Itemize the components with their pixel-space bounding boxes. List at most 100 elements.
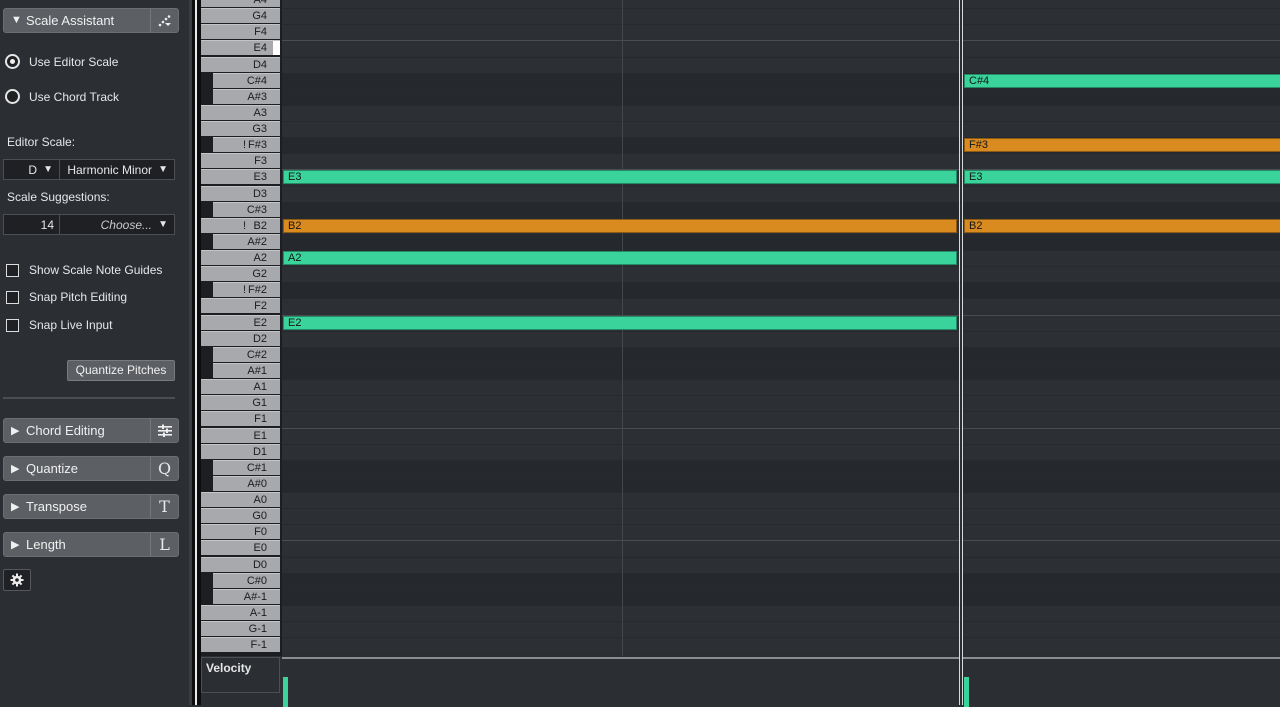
piano-key-Cs0[interactable]: C#0 (201, 572, 280, 589)
piano-key-F1[interactable]: F1 (201, 411, 280, 427)
velocity-lane[interactable] (282, 659, 1280, 707)
pitch-row[interactable] (282, 0, 1280, 8)
midi-note[interactable]: A2 (283, 251, 957, 266)
piano-key-G4[interactable]: G4 (201, 8, 280, 24)
midi-note[interactable]: E2 (283, 315, 957, 330)
piano-key-Fs3[interactable]: F#3! (201, 137, 280, 154)
pitch-row[interactable] (282, 330, 1280, 347)
midi-note[interactable]: E3 (283, 170, 957, 185)
piano-key-As2[interactable]: A#2 (201, 233, 280, 250)
pitch-row[interactable] (282, 185, 1280, 202)
pitch-row[interactable] (282, 540, 1280, 557)
pitch-row[interactable] (282, 153, 1280, 170)
pitch-row[interactable] (282, 24, 1280, 41)
midi-note[interactable]: B2 (283, 218, 957, 233)
piano-key-E1[interactable]: E1 (201, 427, 280, 443)
midi-note[interactable]: F#3 (964, 138, 1280, 153)
pitch-row[interactable] (282, 459, 1280, 476)
velocity-bar[interactable] (964, 677, 969, 707)
pitch-row[interactable] (282, 604, 1280, 621)
pitch-row[interactable] (282, 556, 1280, 573)
pitch-row[interactable] (282, 572, 1280, 589)
piano-key-A3[interactable]: A3 (201, 104, 280, 120)
pitch-row[interactable] (282, 282, 1280, 299)
piano-key-F3[interactable]: F3 (201, 153, 280, 169)
midi-note[interactable]: B2 (964, 218, 1280, 233)
pitch-row[interactable] (282, 298, 1280, 315)
pitch-row[interactable] (282, 266, 1280, 283)
pitch-row[interactable] (282, 427, 1280, 444)
piano-key-F0[interactable]: F0 (201, 524, 280, 540)
pitch-row[interactable] (282, 104, 1280, 121)
chord-editing-header[interactable]: ▶ Chord Editing (3, 418, 179, 443)
length-header[interactable]: ▶ Length L (3, 532, 179, 557)
pitch-row[interactable] (282, 346, 1280, 363)
midi-note[interactable]: C#4 (964, 73, 1280, 88)
piano-key-A4[interactable]: A4 (201, 0, 280, 7)
piano-key-B2[interactable]: B2! (201, 217, 280, 233)
piano-key-A2[interactable]: A2 (201, 250, 280, 266)
piano-key-E2[interactable]: E2 (201, 314, 280, 330)
settings-button[interactable] (3, 569, 31, 591)
pitch-row[interactable] (282, 40, 1280, 57)
piano-key-D0[interactable]: D0 (201, 556, 280, 572)
quantize-header[interactable]: ▶ Quantize Q (3, 456, 179, 481)
length-icon[interactable]: L (150, 533, 178, 556)
panel-splitter[interactable] (189, 0, 201, 705)
transpose-icon[interactable]: T (150, 495, 178, 518)
pitch-row[interactable] (282, 201, 1280, 218)
piano-key-A1[interactable]: A1 (201, 379, 280, 395)
piano-key-G-1[interactable]: G-1 (201, 621, 280, 637)
velocity-bar[interactable] (283, 677, 288, 707)
velocity-lane-label[interactable]: Velocity (201, 657, 280, 693)
pitch-row[interactable] (282, 621, 1280, 638)
piano-key-As3[interactable]: A#3 (201, 88, 280, 105)
scale-assistant-header[interactable]: ▼ Scale Assistant (3, 8, 179, 33)
snap-pitch-editing-checkbox[interactable] (6, 291, 19, 304)
quantize-pitches-button[interactable]: Quantize Pitches (67, 360, 175, 381)
pitch-row[interactable] (282, 362, 1280, 379)
chord-editing-icon[interactable] (150, 419, 178, 442)
pitch-row[interactable] (282, 88, 1280, 105)
pitch-row[interactable] (282, 8, 1280, 25)
piano-key-A0[interactable]: A0 (201, 492, 280, 508)
piano-key-Cs3[interactable]: C#3 (201, 201, 280, 218)
piano-key-D1[interactable]: D1 (201, 443, 280, 459)
pitch-row[interactable] (282, 56, 1280, 73)
pitch-row[interactable] (282, 411, 1280, 428)
pitch-row[interactable] (282, 588, 1280, 605)
pitch-row[interactable] (282, 492, 1280, 509)
pitch-row[interactable] (282, 637, 1280, 654)
piano-key-As0[interactable]: A#0 (201, 475, 280, 492)
piano-key-Fs2[interactable]: F#2! (201, 282, 280, 299)
pitch-row[interactable] (282, 121, 1280, 138)
piano-key-F4[interactable]: F4 (201, 24, 280, 40)
scale-root-select[interactable]: D ▼ (3, 159, 60, 180)
velocity-lane-divider[interactable] (282, 656, 1280, 659)
scale-suggestions-select[interactable]: Choose... ▼ (59, 214, 175, 235)
use-editor-scale-radio[interactable] (5, 54, 20, 69)
midi-note[interactable]: E3 (964, 170, 1280, 185)
quantize-icon[interactable]: Q (150, 457, 178, 480)
piano-key-D3[interactable]: D3 (201, 185, 280, 201)
piano-key-D2[interactable]: D2 (201, 330, 280, 346)
scale-type-select[interactable]: Harmonic Minor ▼ (59, 159, 175, 180)
piano-key-F2[interactable]: F2 (201, 298, 280, 314)
piano-key-Cs2[interactable]: C#2 (201, 346, 280, 363)
piano-key-G0[interactable]: G0 (201, 508, 280, 524)
pitch-row[interactable] (282, 379, 1280, 396)
piano-key-F-1[interactable]: F-1 (201, 637, 280, 653)
piano-key-E4[interactable]: E4 (201, 40, 280, 56)
piano-key-As-1[interactable]: A#-1 (201, 588, 280, 605)
piano-key-E3[interactable]: E3 (201, 169, 280, 185)
piano-key-As1[interactable]: A#1 (201, 362, 280, 379)
piano-key-G1[interactable]: G1 (201, 395, 280, 411)
piano-key-G2[interactable]: G2 (201, 266, 280, 282)
piano-key-A-1[interactable]: A-1 (201, 604, 280, 620)
piano-key-E0[interactable]: E0 (201, 540, 280, 556)
note-grid[interactable]: E3 B2 A2 E2 C#4 F#3 E3 B2 (282, 0, 1280, 656)
piano-key-G3[interactable]: G3 (201, 121, 280, 137)
pitch-row[interactable] (282, 508, 1280, 525)
scale-assistant-icon[interactable] (150, 9, 178, 32)
snap-live-input-checkbox[interactable] (6, 319, 19, 332)
